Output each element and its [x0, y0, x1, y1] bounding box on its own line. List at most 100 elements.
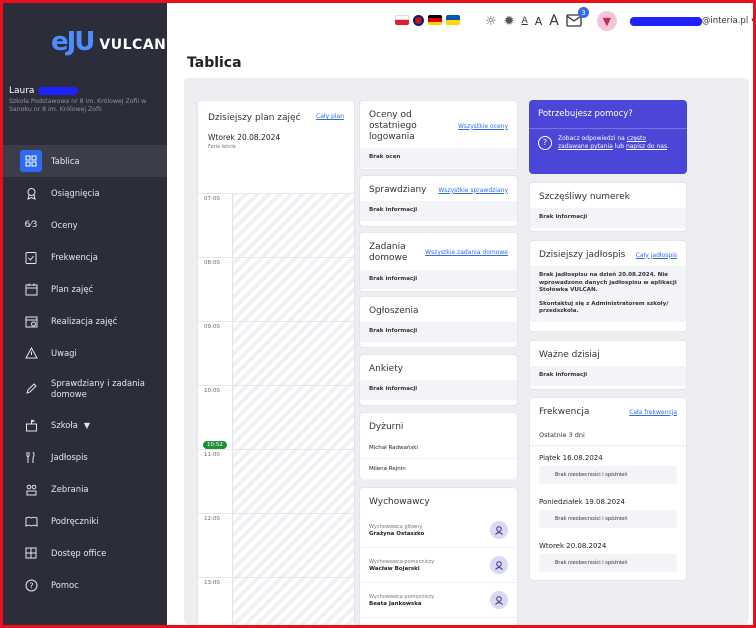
redacted-surname — [38, 87, 79, 95]
menu-text: Brak jadłospisu na dzień 20.08.2024. Nie… — [530, 266, 686, 298]
sidebar-item-podreczniki[interactable]: Podręczniki — [3, 505, 167, 537]
sidebar-item-label: Jadłospis — [51, 452, 88, 462]
vulcan-logo[interactable]: eJU VULCAN — [51, 25, 166, 59]
surveys-card: Ankiety Brak informacji — [359, 354, 518, 406]
sidebar-item-realizacja-zajec[interactable]: Realizacja zajęć — [3, 305, 167, 337]
notification-badge: 3 — [577, 7, 589, 18]
important-today-title: Ważne dzisiaj — [539, 350, 600, 360]
attendance-status: Brak nieobecności i spóźnień — [539, 510, 677, 528]
sidebar-item-frekwencja[interactable]: Frekwencja — [3, 241, 167, 273]
cutlery-icon — [23, 449, 39, 465]
warning-icon — [23, 345, 39, 361]
sidebar-item-label: Osiągnięcia — [51, 188, 100, 198]
sidebar-item-tablica[interactable]: Tablica — [3, 145, 167, 177]
font-size-medium-button[interactable]: A — [535, 15, 543, 28]
sidebar-item-sprawdziany[interactable]: Sprawdziany i zadania domowe — [3, 369, 167, 409]
tutors-title: Wychowawcy — [369, 497, 430, 507]
schedule-note: Ferie letnie — [208, 144, 236, 150]
account-menu[interactable]: @interia.pl ▼ — [629, 16, 756, 26]
flag-de-icon[interactable] — [428, 15, 442, 25]
chevron-down-icon: ▼ — [751, 17, 756, 25]
important-today-card: Ważne dzisiaj Brak informacji — [529, 340, 687, 390]
schedule-title: Dzisiejszy plan zajęć — [208, 113, 301, 123]
surveys-empty: Brak informacji — [360, 380, 517, 400]
sidebar-item-label: Dostęp office — [51, 548, 107, 558]
tests-card: Sprawdziany Wszystkie sprawdziany Brak i… — [359, 175, 518, 227]
help-icon: ? — [23, 577, 39, 593]
sidebar-item-label: Uwagi — [51, 348, 77, 358]
question-icon: ? — [538, 135, 552, 150]
message-tutor-icon[interactable] — [490, 556, 508, 574]
sidebar-item-plan-zajec[interactable]: Plan zajęć — [3, 273, 167, 305]
full-schedule-link[interactable]: Cały plan — [316, 113, 344, 123]
dashboard-board: Dzisiejszy plan zajęć Cały plan Wtorek 2… — [184, 78, 749, 628]
tutor-role: Wychowawca pomocniczy — [369, 558, 435, 565]
clipboard-check-icon — [23, 249, 39, 265]
account-email-suffix: @interia.pl — [701, 16, 749, 26]
sidebar-item-label: Sprawdziany i zadania domowe — [51, 378, 145, 399]
toolbar-icons: ☼ ✹ A A A 3 ▼ @interia.pl ▼ — [485, 7, 756, 31]
announcements-empty: Brak informacji — [360, 322, 517, 342]
main-content: Tablica Dzisiejszy plan zajęć Cały plan … — [167, 41, 753, 628]
sidebar-item-dostep-office[interactable]: Dostęp office — [3, 537, 167, 569]
sidebar-item-zebrania[interactable]: Zebrania — [3, 473, 167, 505]
font-size-small-button[interactable]: A — [522, 16, 528, 26]
sidebar-item-label: Zebrania — [51, 484, 89, 494]
flag-ua-icon[interactable] — [446, 15, 460, 25]
sidebar-item-uwagi[interactable]: Uwagi — [3, 337, 167, 369]
sidebar-item-label: Podręczniki — [51, 516, 99, 526]
avatar[interactable]: ▼ — [596, 11, 617, 31]
help-text: Zobacz odpowiedzi na często zadawane pyt… — [558, 135, 669, 150]
tutor-name: Grażyna Ostaszko — [369, 530, 425, 537]
hour-label: 08:00 — [204, 260, 220, 266]
all-tests-link[interactable]: Wszystkie sprawdziany — [438, 187, 508, 194]
schedule-date: Wtorek 20.08.2024 — [208, 133, 281, 142]
tutor-row: Wychowawca pomocniczy Wacław Bojarski — [360, 548, 517, 583]
svg-text:?: ? — [29, 581, 33, 590]
flag-en-icon[interactable] — [413, 15, 424, 26]
user-info: Laura Szkoła Podstawowa nr 8 im. Królowe… — [9, 86, 161, 115]
message-tutor-icon[interactable] — [490, 591, 508, 609]
sidebar-item-jadlospis[interactable]: Jadłospis — [3, 441, 167, 473]
flag-pl-icon[interactable] — [395, 15, 409, 25]
tutor-name: Wacław Bojarski — [369, 565, 420, 572]
grades-icon: 6⁄3 — [24, 220, 38, 230]
hour-label: 12:00 — [204, 516, 220, 522]
tutor-name: Beata Jankowska — [369, 600, 422, 607]
full-attendance-link[interactable]: Cała frekwencja — [629, 409, 677, 416]
lucky-number-title: Szczęśliwy numerek — [539, 192, 630, 202]
light-theme-icon[interactable]: ☼ — [485, 14, 497, 29]
sidebar-item-label: Oceny — [51, 220, 78, 230]
messages-button[interactable]: 3 — [566, 7, 589, 30]
contact-link[interactable]: napisz do nas — [626, 143, 667, 150]
chevron-down-icon: ▼ — [83, 420, 91, 430]
contrast-theme-icon[interactable]: ✹ — [504, 14, 515, 29]
menu-card: Dzisiejszy jadłospis Cały jadłospis Brak… — [529, 240, 687, 332]
sidebar-item-label: Tablica — [51, 156, 80, 166]
attendance-status: Brak nieobecności i spóźnień — [539, 554, 677, 572]
redacted-email — [629, 16, 702, 26]
all-homework-link[interactable]: Wszystkie zadania domowe — [425, 249, 508, 256]
today-schedule-card: Dzisiejszy plan zajęć Cały plan Wtorek 2… — [197, 100, 355, 628]
grades-card: Oceny od ostatniego logowania Wszystkie … — [359, 100, 518, 170]
tests-empty: Brak informacji — [360, 201, 517, 221]
sidebar-item-label: Pomoc — [51, 580, 79, 590]
hour-label: 09:00 — [204, 324, 220, 330]
message-tutor-icon[interactable] — [490, 521, 508, 539]
grades-title: Oceny od ostatniego logowania — [369, 110, 417, 142]
sidebar-item-oceny[interactable]: 6⁄3 Oceny — [3, 209, 167, 241]
font-size-large-button[interactable]: A — [549, 13, 559, 29]
trophy-icon — [23, 185, 39, 201]
hour-label: 10:00 — [204, 388, 220, 394]
all-grades-link[interactable]: Wszystkie oceny — [458, 123, 508, 130]
logo-mark: eJU — [51, 27, 95, 57]
full-menu-link[interactable]: Cały jadłospis — [636, 252, 677, 259]
pen-icon — [23, 381, 39, 397]
schedule-timeline: 07:00 08:00 09:00 10:00 11:00 12:00 13:0… — [198, 193, 354, 628]
user-name: Laura — [9, 86, 35, 96]
sidebar-item-pomoc[interactable]: ? Pomoc — [3, 569, 167, 601]
sidebar-item-osiagniecia[interactable]: Osiągnięcia — [3, 177, 167, 209]
attendance-subtitle: Ostatnie 3 dni — [530, 423, 686, 446]
sidebar-item-szkola[interactable]: Szkoła ▼ — [3, 409, 167, 441]
homework-card: Zadania domowe Wszystkie zadania domowe … — [359, 232, 518, 292]
